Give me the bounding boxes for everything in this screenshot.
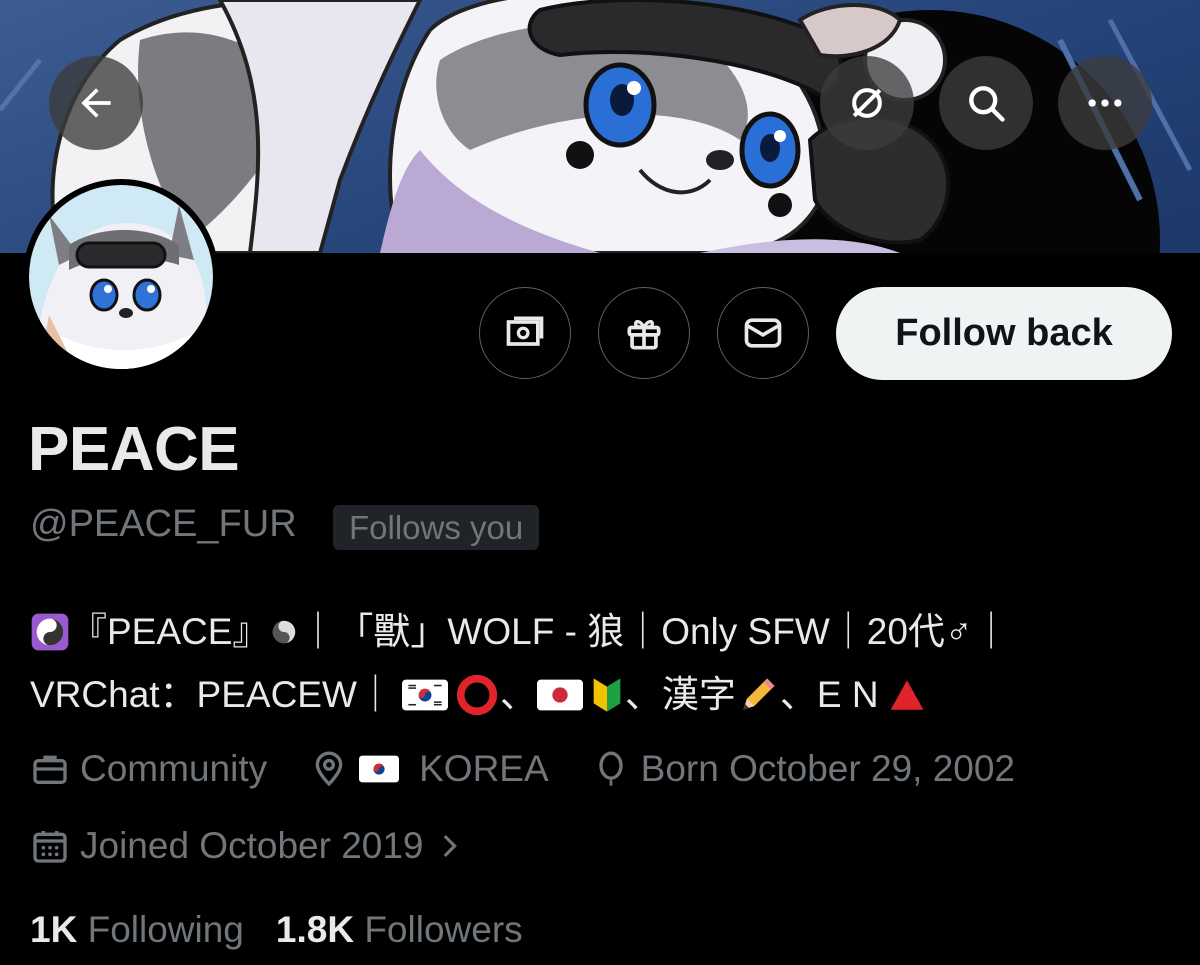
bio-text-2c: 、漢字 (624, 674, 736, 715)
birthday-item: Born October 29, 2002 (591, 748, 1015, 790)
grok-icon (852, 88, 882, 118)
category-text: Community (80, 748, 268, 789)
gift-button[interactable] (598, 287, 690, 379)
followers-count: 1.8K (275, 909, 355, 950)
following-label: Following (87, 909, 244, 950)
location-pin-icon (315, 751, 343, 787)
grok-button[interactable] (820, 56, 914, 150)
follow-stats: 1K Following 1.8K Followers (30, 909, 523, 951)
search-icon (969, 86, 1005, 122)
search-button[interactable] (939, 56, 1033, 150)
calendar-icon (33, 831, 67, 863)
briefcase-icon (33, 755, 67, 784)
username-handle: @PEACE_FUR (30, 503, 297, 545)
follow-back-button[interactable]: Follow back (836, 287, 1172, 380)
subscribe-button[interactable] (479, 287, 571, 379)
birthday-text: Born October 29, 2002 (640, 748, 1016, 789)
followers-stat[interactable]: 1.8K Followers (276, 909, 523, 951)
following-count: 1K (30, 909, 78, 950)
avatar-image (29, 185, 213, 369)
bio-line-1: 『PEACE』 ｜「獸」WOLF - 狼｜Only SFW｜20代♂｜ (30, 600, 1180, 663)
location-item: KOREA (309, 748, 549, 790)
avatar[interactable] (23, 179, 219, 375)
envelope-icon (744, 318, 782, 348)
bio-text-2b: 、 (499, 674, 537, 715)
red-circle-emoji (454, 672, 500, 718)
beginner-mark-emoji (589, 675, 625, 715)
joined-row[interactable]: Joined October 2019 (30, 825, 466, 867)
arrow-left-icon (81, 88, 111, 118)
balloon-icon (598, 751, 623, 786)
korea-flag-emoji (401, 679, 448, 711)
display-name: PEACE (28, 415, 240, 484)
moon-emoji (269, 617, 299, 647)
following-stat[interactable]: 1K Following (30, 909, 244, 951)
more-horizontal-icon (1088, 99, 1122, 107)
bio-text-1b: ｜「獸」WOLF - 狼｜Only SFW｜20代♂｜ (299, 611, 1010, 652)
message-button[interactable] (717, 287, 809, 379)
japan-flag-emoji (536, 679, 583, 711)
category-item: Community (30, 748, 267, 790)
chevron-right-icon (443, 834, 457, 858)
pencil-emoji (736, 673, 780, 717)
location-text: KOREA (419, 748, 549, 789)
bio-line-2: VRChat：PEACEW｜ 、 、漢字 、E N (30, 663, 1180, 726)
more-button[interactable] (1058, 56, 1152, 150)
followers-label: Followers (364, 909, 523, 950)
yin-yang-emoji (30, 612, 70, 652)
follows-you-badge: Follows you (333, 505, 540, 550)
bio-text-2a: VRChat：PEACEW｜ (30, 674, 394, 715)
money-icon (506, 316, 544, 346)
red-triangle-emoji (887, 677, 927, 713)
korea-flag-emoji (359, 749, 409, 789)
gift-icon (627, 320, 661, 350)
joined-text: Joined October 2019 (80, 825, 424, 866)
bio-text-2d: 、E N (779, 674, 879, 715)
bio: 『PEACE』 ｜「獸」WOLF - 狼｜Only SFW｜20代♂｜ VRCh… (30, 600, 1180, 726)
back-button[interactable] (49, 56, 143, 150)
profile-meta-row: Community KOREA Born October 29, 2002 (30, 748, 1015, 790)
bio-text-1a: 『PEACE』 (70, 611, 270, 652)
